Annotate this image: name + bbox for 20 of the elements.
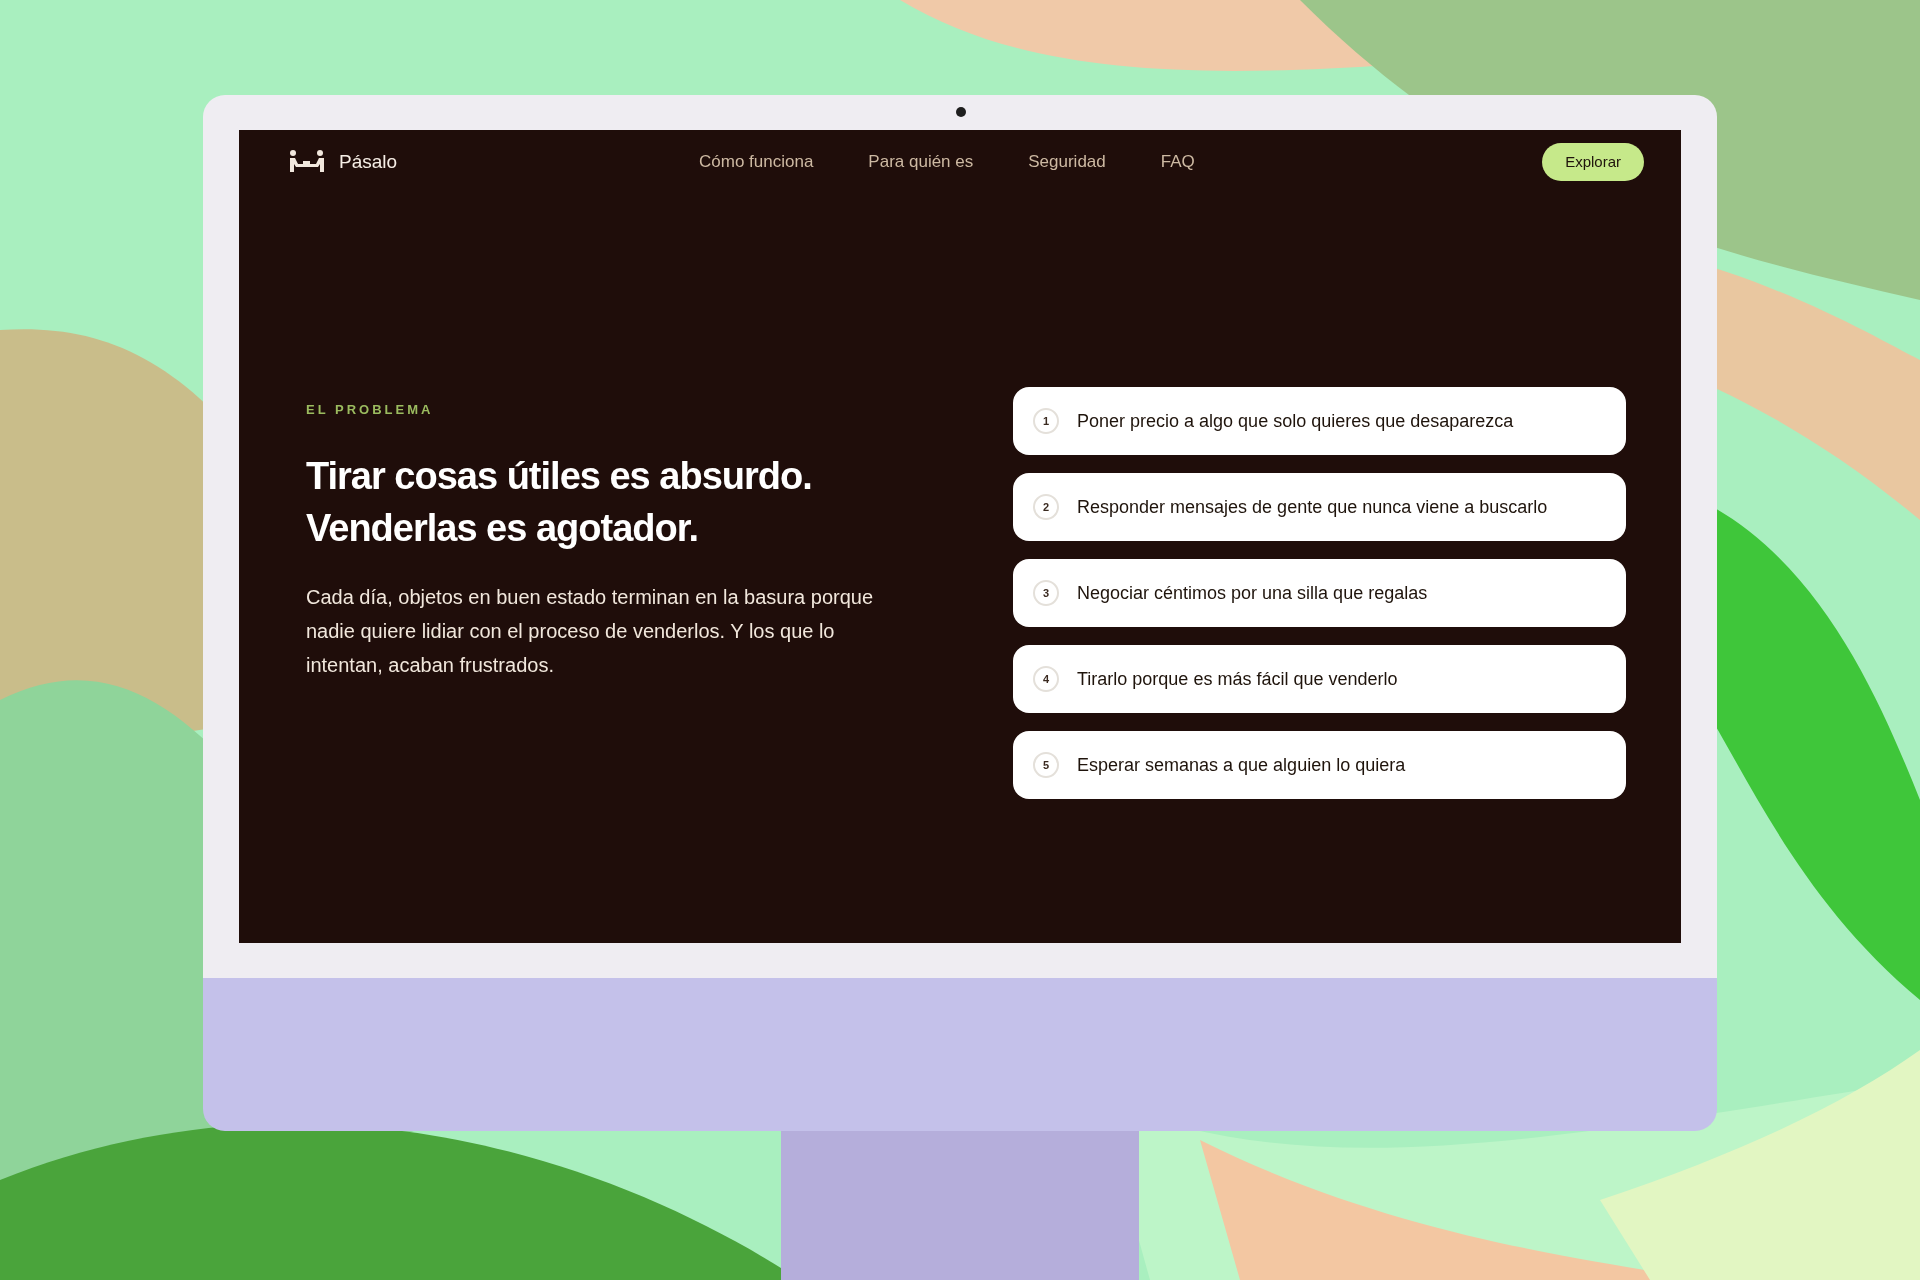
people-handing-box-icon: [289, 150, 325, 174]
problem-text: Negociar céntimos por una silla que regalas: [1077, 581, 1428, 605]
explore-button[interactable]: Explorar: [1542, 143, 1644, 181]
number-badge: 5: [1033, 752, 1059, 778]
number-badge: 3: [1033, 580, 1059, 606]
problem-text: Poner precio a algo que solo quieres que desaparezca: [1077, 409, 1514, 433]
problem-text: Tirarlo porque es más fácil que venderlo: [1077, 667, 1398, 691]
number-badge: 4: [1033, 666, 1059, 692]
number-badge: 2: [1033, 494, 1059, 520]
problem-text: Esperar semanas a que alguien lo quiera: [1077, 753, 1406, 777]
nav-link[interactable]: Cómo funciona: [699, 149, 814, 175]
section-eyebrow: EL PROBLEMA: [306, 401, 435, 419]
section-paragraph: Cada día, objetos en buen estado terminan en la basura porque nadie quiere lidiar con el proceso de venderlos. Y los que lo intentan, acaban frustrados.: [306, 584, 875, 678]
section-heading: Tirar cosas útiles es absurdo. Venderlas es agotador.: [306, 453, 813, 551]
number-badge: 1: [1033, 408, 1059, 434]
nav-link[interactable]: Seguridad: [1028, 149, 1106, 175]
nav-link[interactable]: FAQ: [1160, 149, 1195, 175]
problem-text: Responder mensajes de gente que nunca viene a buscarlo: [1077, 495, 1548, 519]
brand-name[interactable]: Pásalo: [339, 147, 398, 177]
nav-link[interactable]: Para quién es: [868, 149, 974, 175]
